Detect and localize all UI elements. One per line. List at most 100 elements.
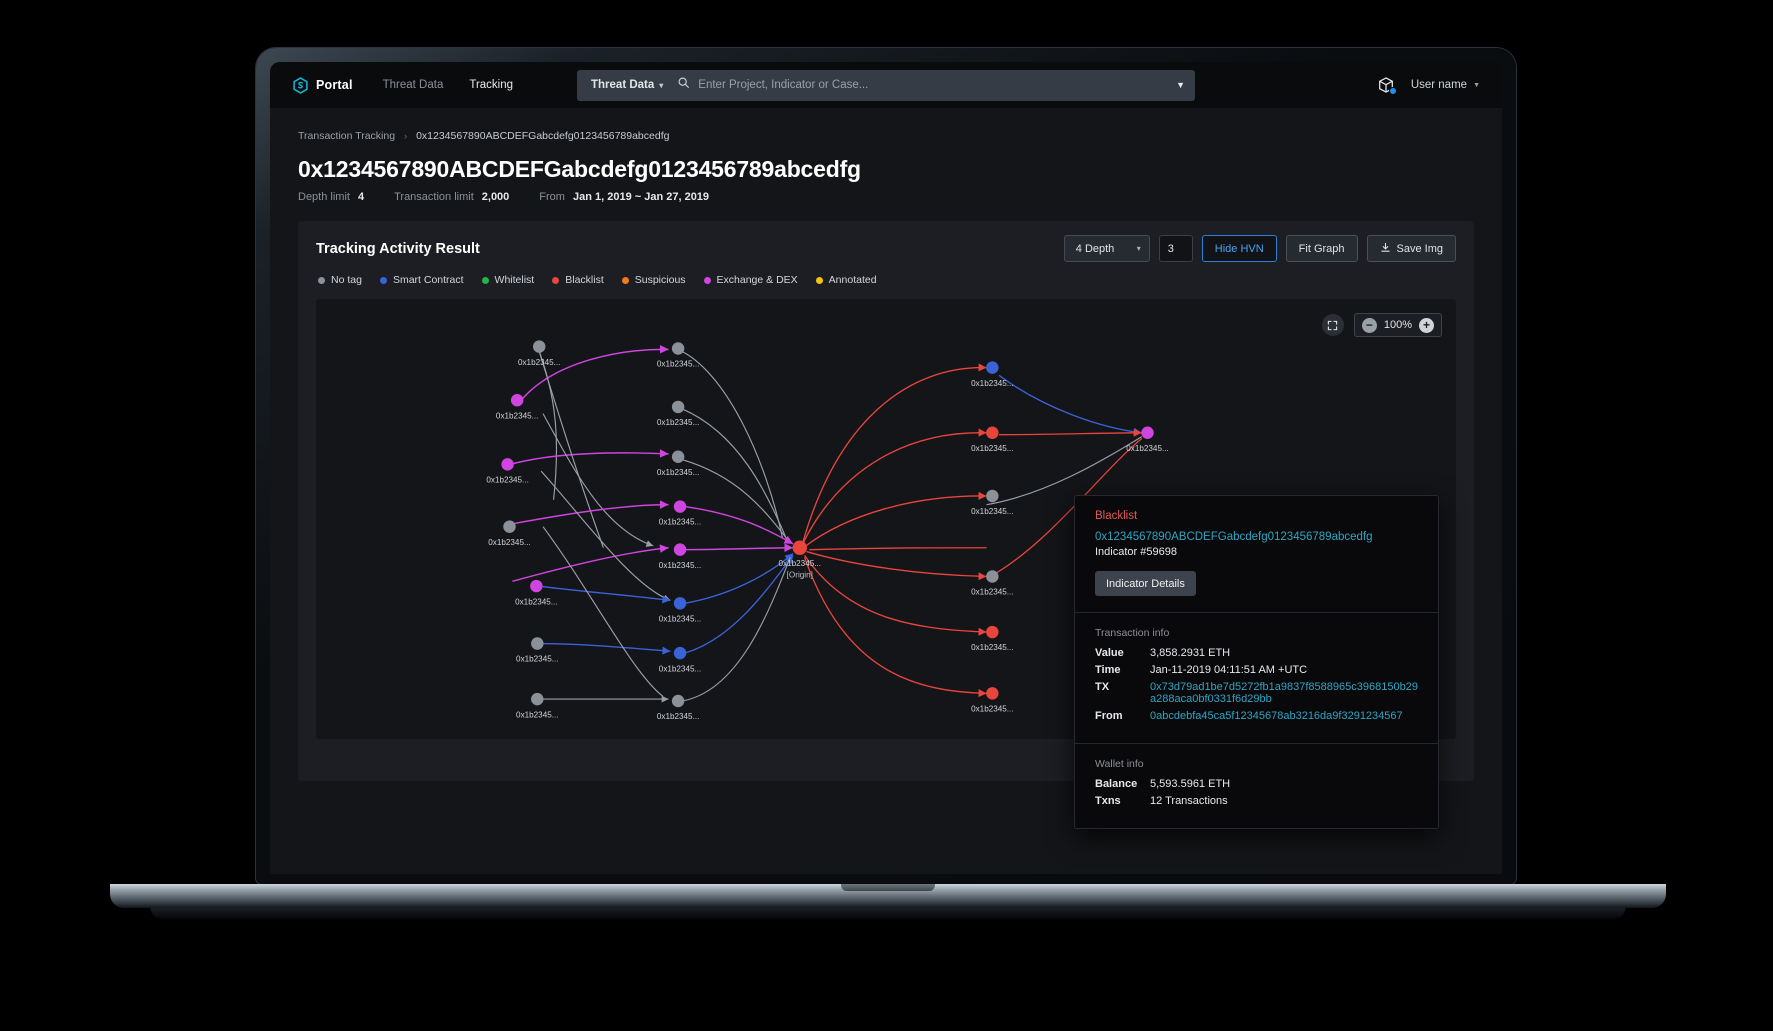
node-tooltip[interactable]: Blacklist 0x1234567890ABCDEFGabcdefg0123… bbox=[1074, 495, 1439, 829]
graph-node-label: 0x1b2345... bbox=[518, 358, 560, 367]
meta-label-depth-limit: Depth limit bbox=[298, 191, 350, 203]
graph-node-label: 0x1b2345... bbox=[488, 538, 530, 547]
header-actions: User name ▼ bbox=[1377, 76, 1480, 95]
graph-node[interactable] bbox=[986, 687, 999, 700]
graph-toolbar: − 100% + bbox=[1321, 313, 1442, 337]
graph-node[interactable] bbox=[503, 520, 516, 533]
graph-node[interactable] bbox=[531, 637, 544, 650]
label-balance: Balance bbox=[1095, 778, 1138, 790]
graph-node[interactable] bbox=[501, 458, 514, 471]
graph-node[interactable] bbox=[986, 489, 999, 503]
legend-item-suspicious[interactable]: Suspicious bbox=[621, 274, 686, 286]
legend-label-suspicious: Suspicious bbox=[634, 274, 686, 286]
graph-node-label: 0x1b2345... bbox=[659, 664, 701, 673]
graph-node[interactable] bbox=[986, 426, 999, 440]
graph-node[interactable] bbox=[673, 597, 687, 610]
value-value: 3,858.2931 ETH bbox=[1150, 647, 1231, 659]
depth-select[interactable]: 4 Depth ▾ bbox=[1063, 235, 1150, 262]
graph-node[interactable] bbox=[510, 393, 524, 407]
node-count-value: 3 bbox=[1167, 242, 1174, 255]
value-time: Jan-11-2019 04:11:51 AM +UTC bbox=[1150, 664, 1308, 676]
legend-item-blacklist[interactable]: Blacklist bbox=[552, 274, 604, 286]
value-tx-link[interactable]: 0x73d79ad1be7d5272fb1a9837f8588965c39681… bbox=[1150, 681, 1418, 705]
legend-item-annotated[interactable]: Annotated bbox=[815, 274, 877, 286]
graph-node[interactable] bbox=[671, 400, 685, 414]
legend-label-annotated: Annotated bbox=[828, 274, 877, 286]
plus-icon[interactable]: + bbox=[1419, 317, 1434, 333]
tooltip-transaction-info-section: Transaction info Value 3,858.2931 ETH Ti… bbox=[1075, 612, 1438, 743]
legend-dot-whitelist bbox=[481, 276, 489, 284]
caret-down-icon[interactable]: ▼ bbox=[1168, 80, 1185, 90]
graph-node[interactable] bbox=[671, 694, 685, 708]
graph-node-label: 0x1b2345... bbox=[1126, 444, 1168, 453]
label-time: Time bbox=[1095, 664, 1121, 676]
tooltip-identity-section: Blacklist 0x1234567890ABCDEFGabcdefg0123… bbox=[1075, 496, 1438, 612]
label-txns: Txns bbox=[1095, 795, 1121, 807]
legend-dot-suspicious bbox=[621, 276, 629, 284]
card-title: Tracking Activity Result bbox=[316, 240, 480, 257]
graph-node-label: 0x1b2345... bbox=[486, 476, 528, 485]
graph-node[interactable] bbox=[532, 340, 546, 353]
node-count-input[interactable]: 3 bbox=[1158, 235, 1193, 262]
legend-item-no-tag[interactable]: No tag bbox=[318, 274, 362, 286]
fit-graph-button[interactable]: Fit Graph bbox=[1285, 235, 1358, 262]
search-input[interactable] bbox=[698, 79, 1169, 91]
tooltip-indicator-id: Indicator #59698 bbox=[1095, 546, 1177, 558]
graph-legend: No tag Smart Contract Whitelist Blacklis… bbox=[298, 262, 1474, 286]
page-meta: Depth limit 4 Transaction limit 2,000 Fr… bbox=[298, 191, 1474, 203]
cube-notification-icon[interactable] bbox=[1377, 76, 1397, 95]
graph-node-label: 0x1b2345... bbox=[971, 643, 1013, 652]
brand[interactable]: Portal bbox=[292, 76, 353, 94]
nav-tracking[interactable]: Tracking bbox=[469, 79, 513, 91]
hide-hvn-button[interactable]: Hide HVN bbox=[1201, 235, 1277, 262]
graph-node-label: 0x1b2345... bbox=[516, 710, 558, 719]
legend-dot-annotated bbox=[815, 276, 823, 284]
graph-node[interactable] bbox=[986, 361, 999, 374]
legend-item-smart-contract[interactable]: Smart Contract bbox=[379, 274, 464, 286]
graph-node[interactable] bbox=[530, 579, 543, 593]
value-balance: 5,593.5961 ETH bbox=[1150, 778, 1231, 790]
graph-node[interactable] bbox=[1141, 426, 1154, 440]
graph-node-label: 0x1b2345... bbox=[971, 705, 1013, 714]
graph-node[interactable] bbox=[671, 342, 685, 355]
nav-threat-data[interactable]: Threat Data bbox=[383, 79, 444, 91]
legend-label-blacklist: Blacklist bbox=[565, 274, 604, 286]
legend-item-exchange-dex[interactable]: Exchange & DEX bbox=[703, 274, 798, 286]
table-header-row: TX From To TX Time Amount Sum bbox=[298, 868, 1474, 874]
meta-label-from: From bbox=[539, 191, 565, 203]
graph-node[interactable] bbox=[673, 500, 687, 513]
chevron-down-icon: ▾ bbox=[659, 80, 664, 90]
user-menu[interactable]: User name ▼ bbox=[1411, 79, 1480, 91]
label-tx: TX bbox=[1095, 681, 1110, 693]
legend-item-whitelist[interactable]: Whitelist bbox=[481, 274, 534, 286]
graph-node[interactable] bbox=[673, 646, 687, 660]
app-header: Portal Threat Data Tracking Threat Data … bbox=[270, 62, 1502, 108]
download-icon bbox=[1380, 242, 1391, 256]
graph-node[interactable] bbox=[531, 692, 544, 706]
transaction-info-row-value: Value 3,858.2931 ETH bbox=[1095, 647, 1418, 659]
graph-node-origin[interactable] bbox=[792, 540, 807, 555]
status-badge: Blacklist bbox=[1095, 510, 1138, 522]
graph-node[interactable] bbox=[671, 450, 685, 463]
indicator-details-button[interactable]: Indicator Details bbox=[1095, 571, 1196, 596]
laptop-foot-shadow bbox=[150, 906, 1626, 920]
graph-node[interactable] bbox=[986, 625, 999, 639]
value-from-link[interactable]: 0abcdebfa45ca5f12345678ab3216da9f3291234… bbox=[1150, 710, 1403, 722]
minus-icon[interactable]: − bbox=[1361, 317, 1377, 333]
graph-origin-label: 0x1b2345... bbox=[779, 559, 821, 568]
user-name-label: User name bbox=[1410, 79, 1468, 91]
graph-node[interactable] bbox=[986, 570, 999, 583]
save-img-button[interactable]: Save Img bbox=[1366, 235, 1456, 262]
graph-node-label: 0x1b2345... bbox=[657, 418, 699, 427]
breadcrumb-root[interactable]: Transaction Tracking bbox=[298, 130, 395, 142]
fullscreen-expand-icon[interactable] bbox=[1321, 314, 1344, 336]
graph-node[interactable] bbox=[673, 543, 687, 556]
legend-label-no-tag: No tag bbox=[331, 274, 362, 286]
tooltip-address-link[interactable]: 0x1234567890ABCDEFGabcdefg0123456789abce… bbox=[1095, 531, 1418, 543]
hide-hvn-label: Hide HVN bbox=[1214, 242, 1264, 255]
legend-dot-exchange-dex bbox=[703, 276, 711, 284]
card-header: Tracking Activity Result 4 Depth ▾ 3 Hid… bbox=[298, 221, 1474, 262]
search-scope-selector[interactable]: Threat Data ▾ bbox=[591, 79, 663, 91]
tooltip-wallet-info-section: Wallet info Balance 5,593.5961 ETH Txns … bbox=[1075, 743, 1438, 828]
screenshot-stage: Portal Threat Data Tracking Threat Data … bbox=[0, 0, 1773, 1031]
